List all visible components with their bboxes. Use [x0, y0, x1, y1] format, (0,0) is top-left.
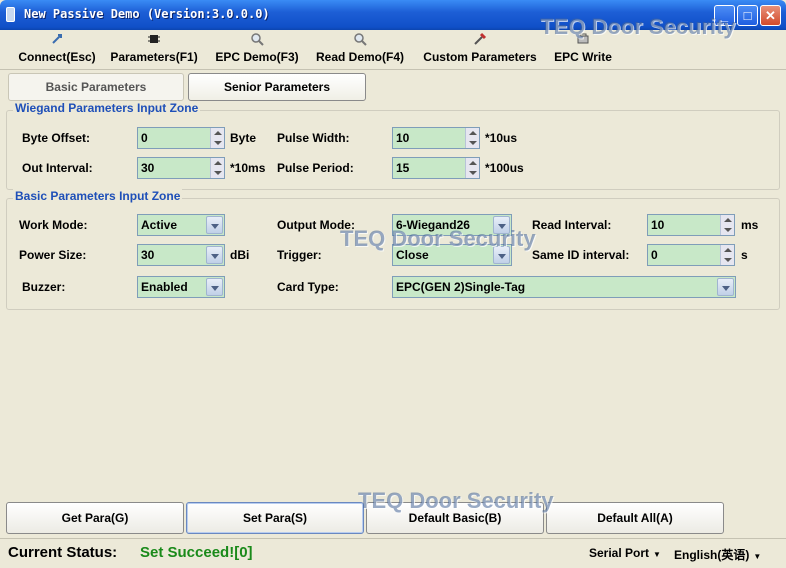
chip-icon — [106, 32, 202, 48]
out-interval-unit: *10ms — [230, 161, 266, 175]
work-mode-select[interactable]: Active — [137, 214, 225, 236]
chevron-down-icon[interactable] — [717, 278, 734, 296]
pulse-width-label: Pulse Width: — [277, 131, 350, 145]
byte-offset-label: Byte Offset: — [22, 131, 91, 145]
pulse-period-label: Pulse Period: — [277, 161, 354, 175]
default-basic-button[interactable]: Default Basic(B) — [366, 502, 544, 534]
power-size-select[interactable]: 30 — [137, 244, 225, 266]
toolbar-epc-demo[interactable]: EPC Demo(F3) — [210, 32, 304, 68]
chevron-down-icon[interactable] — [206, 216, 223, 234]
magnifier-icon — [210, 32, 304, 48]
status-bar: Current Status: Set Succeed![0] Serial P… — [0, 538, 786, 568]
power-size-label: Power Size: — [19, 248, 87, 262]
pulse-period-unit: *100us — [485, 161, 524, 175]
tab-senior-parameters[interactable]: Senior Parameters — [188, 73, 366, 101]
chevron-down-icon[interactable] — [206, 278, 223, 296]
byte-offset-unit: Byte — [230, 131, 257, 145]
close-button[interactable]: ✕ — [760, 5, 781, 26]
tab-basic-parameters[interactable]: Basic Parameters — [8, 73, 184, 101]
spin-buttons[interactable] — [465, 128, 479, 148]
output-mode-label: Output Mode: — [277, 218, 355, 232]
chevron-down-icon[interactable] — [206, 246, 223, 264]
minimize-button[interactable]: _ — [714, 5, 735, 26]
app-icon — [6, 7, 15, 22]
read-interval-unit: ms — [741, 218, 759, 232]
work-mode-label: Work Mode: — [19, 218, 88, 232]
toolbar-connect[interactable]: Connect(Esc) — [14, 32, 100, 68]
toolbar-custom-parameters[interactable]: Custom Parameters — [416, 32, 544, 68]
output-mode-select[interactable]: 6-Wiegand26 — [392, 214, 512, 236]
chevron-down-icon[interactable] — [493, 216, 510, 234]
same-id-interval-label: Same ID interval: — [532, 248, 630, 262]
trigger-select[interactable]: Close — [392, 244, 512, 266]
buzzer-select[interactable]: Enabled — [137, 276, 225, 298]
language-dropdown[interactable]: English(英语) ▼ — [674, 546, 761, 563]
toolbar-epc-write[interactable]: EPC Write — [548, 32, 618, 68]
current-status-value: Set Succeed![0] — [140, 544, 253, 561]
toolbar-read-demo[interactable]: Read Demo(F4) — [310, 32, 410, 68]
tools-icon — [416, 32, 544, 48]
pulse-width-unit: *10us — [485, 131, 518, 145]
out-interval-label: Out Interval: — [22, 161, 93, 175]
window-title: New Passive Demo (Version:3.0.0.0) — [24, 7, 270, 21]
get-para-button[interactable]: Get Para(G) — [6, 502, 184, 534]
maximize-button[interactable]: □ — [737, 5, 758, 26]
serial-port-dropdown[interactable]: Serial Port ▼ — [589, 546, 661, 560]
chevron-down-icon[interactable] — [493, 246, 510, 264]
trigger-label: Trigger: — [277, 248, 322, 262]
magnifier-icon — [310, 32, 410, 48]
same-id-interval-unit: s — [741, 248, 748, 262]
spin-buttons[interactable] — [465, 158, 479, 178]
buzzer-label: Buzzer: — [22, 280, 66, 294]
spin-buttons[interactable] — [720, 245, 734, 265]
spin-buttons[interactable] — [210, 128, 224, 148]
connect-icon — [14, 32, 100, 48]
card-type-label: Card Type: — [277, 280, 339, 294]
out-interval-input[interactable]: 30 — [137, 157, 225, 179]
caret-down-icon: ▼ — [753, 552, 762, 561]
basic-group-title: Basic Parameters Input Zone — [13, 189, 183, 203]
toolbar-parameters[interactable]: Parameters(F1) — [106, 32, 202, 68]
read-interval-label: Read Interval: — [532, 218, 612, 232]
card-type-select[interactable]: EPC(GEN 2)Single-Tag — [392, 276, 736, 298]
default-all-button[interactable]: Default All(A) — [546, 502, 724, 534]
pulse-width-input[interactable]: 10 — [392, 127, 480, 149]
read-interval-input[interactable]: 10 — [647, 214, 735, 236]
spin-buttons[interactable] — [210, 158, 224, 178]
byte-offset-input[interactable]: 0 — [137, 127, 225, 149]
set-para-button[interactable]: Set Para(S) — [186, 502, 364, 534]
title-bar: New Passive Demo (Version:3.0.0.0) _ □ ✕ — [0, 0, 786, 30]
power-size-unit: dBi — [230, 248, 250, 262]
write-icon — [548, 32, 618, 48]
toolbar: Connect(Esc) Parameters(F1) EPC Demo(F3)… — [0, 30, 786, 70]
wiegand-group-title: Wiegand Parameters Input Zone — [13, 101, 201, 115]
pulse-period-input[interactable]: 15 — [392, 157, 480, 179]
spin-buttons[interactable] — [720, 215, 734, 235]
caret-down-icon: ▼ — [653, 550, 661, 559]
current-status-label: Current Status: — [8, 544, 118, 561]
same-id-interval-input[interactable]: 0 — [647, 244, 735, 266]
